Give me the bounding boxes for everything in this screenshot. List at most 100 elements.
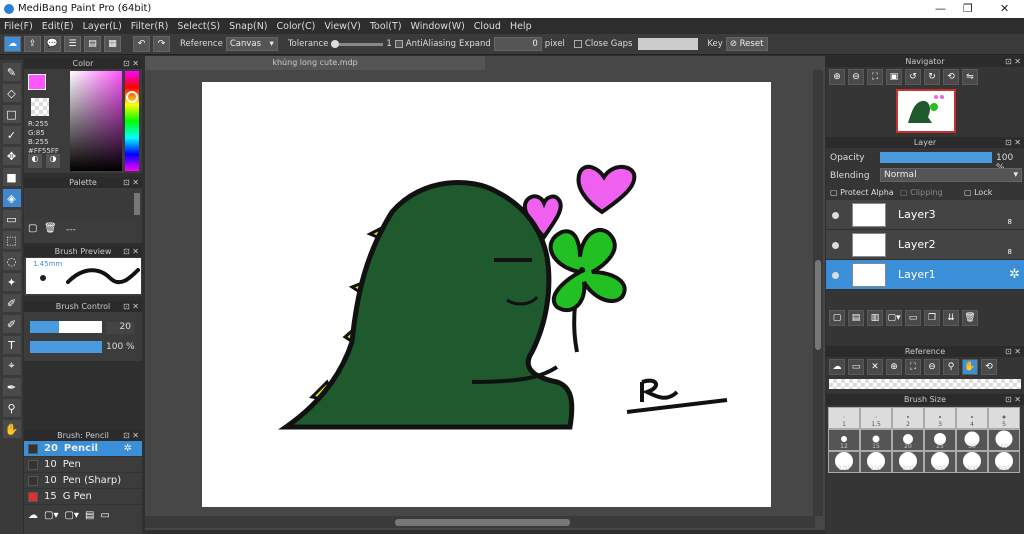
menu-cloud[interactable]: Cloud [474, 21, 501, 32]
zoom-in-icon[interactable]: ⊕ [886, 359, 902, 375]
close-gaps-checkbox[interactable] [573, 40, 582, 48]
brush-size-cell[interactable]: 500 [988, 451, 1020, 473]
brush-size-cell[interactable]: 1.5 [860, 407, 892, 429]
canvas-horizontal-scrollbar[interactable] [145, 516, 815, 528]
zoom-out-icon[interactable]: ⊖ [848, 69, 864, 85]
rotate-left-icon[interactable]: ↺ [905, 69, 921, 85]
menu-window[interactable]: Window(W) [411, 21, 465, 32]
close-gaps-slider[interactable] [638, 38, 699, 50]
gear-icon[interactable]: ✲ [124, 443, 132, 454]
saturation-value-picker[interactable] [70, 71, 122, 171]
add-layer-menu-icon[interactable]: ▢▾ [886, 310, 902, 326]
menu-help[interactable]: Help [510, 21, 532, 32]
duplicate-layer-icon[interactable]: ❐ [924, 310, 940, 326]
delete-layer-icon[interactable]: 🗑 [962, 310, 978, 326]
brush-size-cell[interactable]: 300 [924, 451, 956, 473]
select-tool-icon[interactable]: ⬚ [2, 231, 21, 249]
menu-color[interactable]: Color(C) [277, 21, 316, 32]
brush-size-cell[interactable]: 120 [828, 451, 860, 473]
layer-folder-icon[interactable]: ▭ [905, 310, 921, 326]
lasso-tool-icon[interactable]: ◌ [2, 252, 21, 270]
brush-size-cell[interactable]: 25 [924, 429, 956, 451]
transparent-color-swatch[interactable] [31, 98, 49, 116]
eraser-tool-icon[interactable]: ◇ [2, 84, 21, 102]
visibility-icon[interactable] [832, 242, 839, 249]
cloud-icon[interactable]: ☁ [4, 36, 21, 52]
brush-tool-icon[interactable]: ✎ [2, 63, 21, 81]
tolerance-slider[interactable] [331, 39, 384, 48]
share-icon[interactable]: ⇪ [24, 36, 41, 52]
bucket-tool-icon[interactable]: ◈ [2, 189, 21, 207]
hand-icon[interactable]: ✋ [962, 359, 978, 375]
brush-size-cell[interactable]: 3 [924, 407, 956, 429]
layer-item-layer2[interactable]: Layer2 8 [826, 230, 1024, 260]
protect-alpha-checkbox[interactable]: ▢ Protect Alpha [830, 188, 894, 197]
canvas-vertical-scrollbar[interactable] [813, 70, 823, 516]
merge-layer-icon[interactable]: ⇊ [943, 310, 959, 326]
copy-brush-icon[interactable]: ▢▾ [64, 510, 78, 521]
reference-select[interactable]: Canvas ▾ [225, 37, 278, 51]
document-icon[interactable]: ▤ [84, 36, 101, 52]
actual-size-icon[interactable]: ▣ [886, 69, 902, 85]
primary-color-swatch[interactable] [28, 74, 46, 90]
zoom-in-icon[interactable]: ⊕ [829, 69, 845, 85]
folder-icon[interactable]: ▭ [100, 510, 109, 521]
gradient-tool-icon[interactable]: ▭ [2, 210, 21, 228]
menu-select[interactable]: Select(S) [177, 21, 220, 32]
select-pen-tool-icon[interactable]: ✐ [2, 294, 21, 312]
comment-list-icon[interactable]: ☰ [64, 36, 81, 52]
canvas[interactable] [202, 82, 771, 507]
layer-item-layer3[interactable]: Layer3 8 [826, 200, 1024, 230]
palette-list[interactable] [26, 191, 134, 219]
brush-size-cell[interactable]: 15 [860, 429, 892, 451]
color-settings-icon[interactable]: ◑ [46, 154, 60, 168]
brush-opacity-slider[interactable] [30, 341, 102, 353]
divide-tool-icon[interactable]: ✒ [2, 378, 21, 396]
hue-slider[interactable] [125, 71, 139, 171]
menu-tool[interactable]: Tool(T) [370, 21, 402, 32]
brush-item-pen[interactable]: 10 Pen [24, 457, 142, 473]
brush-size-cell[interactable]: 1 [828, 407, 860, 429]
close-icon[interactable]: ✕ [867, 359, 883, 375]
menu-file[interactable]: File(F) [4, 21, 33, 32]
undo-icon[interactable]: ↶ [133, 36, 150, 52]
brush-size-value[interactable]: 20 [106, 322, 134, 334]
fit-icon[interactable]: ⛶ [905, 359, 921, 375]
close-icon[interactable]: ✕ [1000, 2, 1009, 15]
menu-edit[interactable]: Edit(E) [42, 21, 74, 32]
expand-input[interactable]: 0 [493, 37, 542, 51]
dot-tool-icon[interactable]: □ [2, 105, 21, 123]
brush-size-cell[interactable]: 20 [892, 429, 924, 451]
antialiasing-checkbox[interactable] [394, 40, 403, 48]
document-tab[interactable]: khủng long cute.mdp [145, 56, 485, 70]
rotate-reset-icon[interactable]: ⟲ [943, 69, 959, 85]
fit-icon[interactable]: ⛶ [867, 69, 883, 85]
fill-shape-tool-icon[interactable]: ■ [2, 168, 21, 186]
brush-size-cell[interactable]: 400 [956, 451, 988, 473]
eyedropper-icon[interactable]: ⚲ [943, 359, 959, 375]
eyedropper-tool-icon[interactable]: ⚲ [2, 399, 21, 417]
visibility-icon[interactable] [832, 272, 839, 279]
brush-item-pen-sharp[interactable]: 10 Pen (Sharp) [24, 473, 142, 489]
palette-scrollbar[interactable] [134, 193, 140, 215]
add-brush-icon[interactable]: ▢▾ [44, 510, 58, 521]
blending-select[interactable]: Normal ▾ [880, 168, 1022, 182]
reset-button[interactable]: ⊘ Reset [725, 37, 768, 51]
comment-icon[interactable]: 💬 [44, 36, 61, 52]
navigator-thumbnail[interactable] [896, 89, 956, 133]
move-tool-icon[interactable]: ✥ [2, 147, 21, 165]
grid-icon[interactable]: ▦ [104, 36, 121, 52]
select-eraser-tool-icon[interactable]: ✐ [2, 315, 21, 333]
flip-icon[interactable]: ⇋ [962, 69, 978, 85]
brush-size-slider[interactable] [30, 321, 102, 333]
cloud-icon[interactable]: ☁ [829, 359, 845, 375]
cloud-brush-icon[interactable]: ☁ [28, 510, 38, 521]
magic-wand-tool-icon[interactable]: ✦ [2, 273, 21, 291]
rotate-icon[interactable]: ⟲ [981, 359, 997, 375]
brush-settings-icon[interactable]: ▤ [85, 510, 94, 521]
open-reference-icon[interactable]: ▭ [848, 359, 864, 375]
brush-item-g-pen[interactable]: 15 G Pen [24, 489, 142, 505]
hand-tool-icon[interactable]: ✋ [2, 420, 21, 438]
layer-opacity-slider[interactable] [880, 152, 992, 163]
menu-view[interactable]: View(V) [324, 21, 360, 32]
